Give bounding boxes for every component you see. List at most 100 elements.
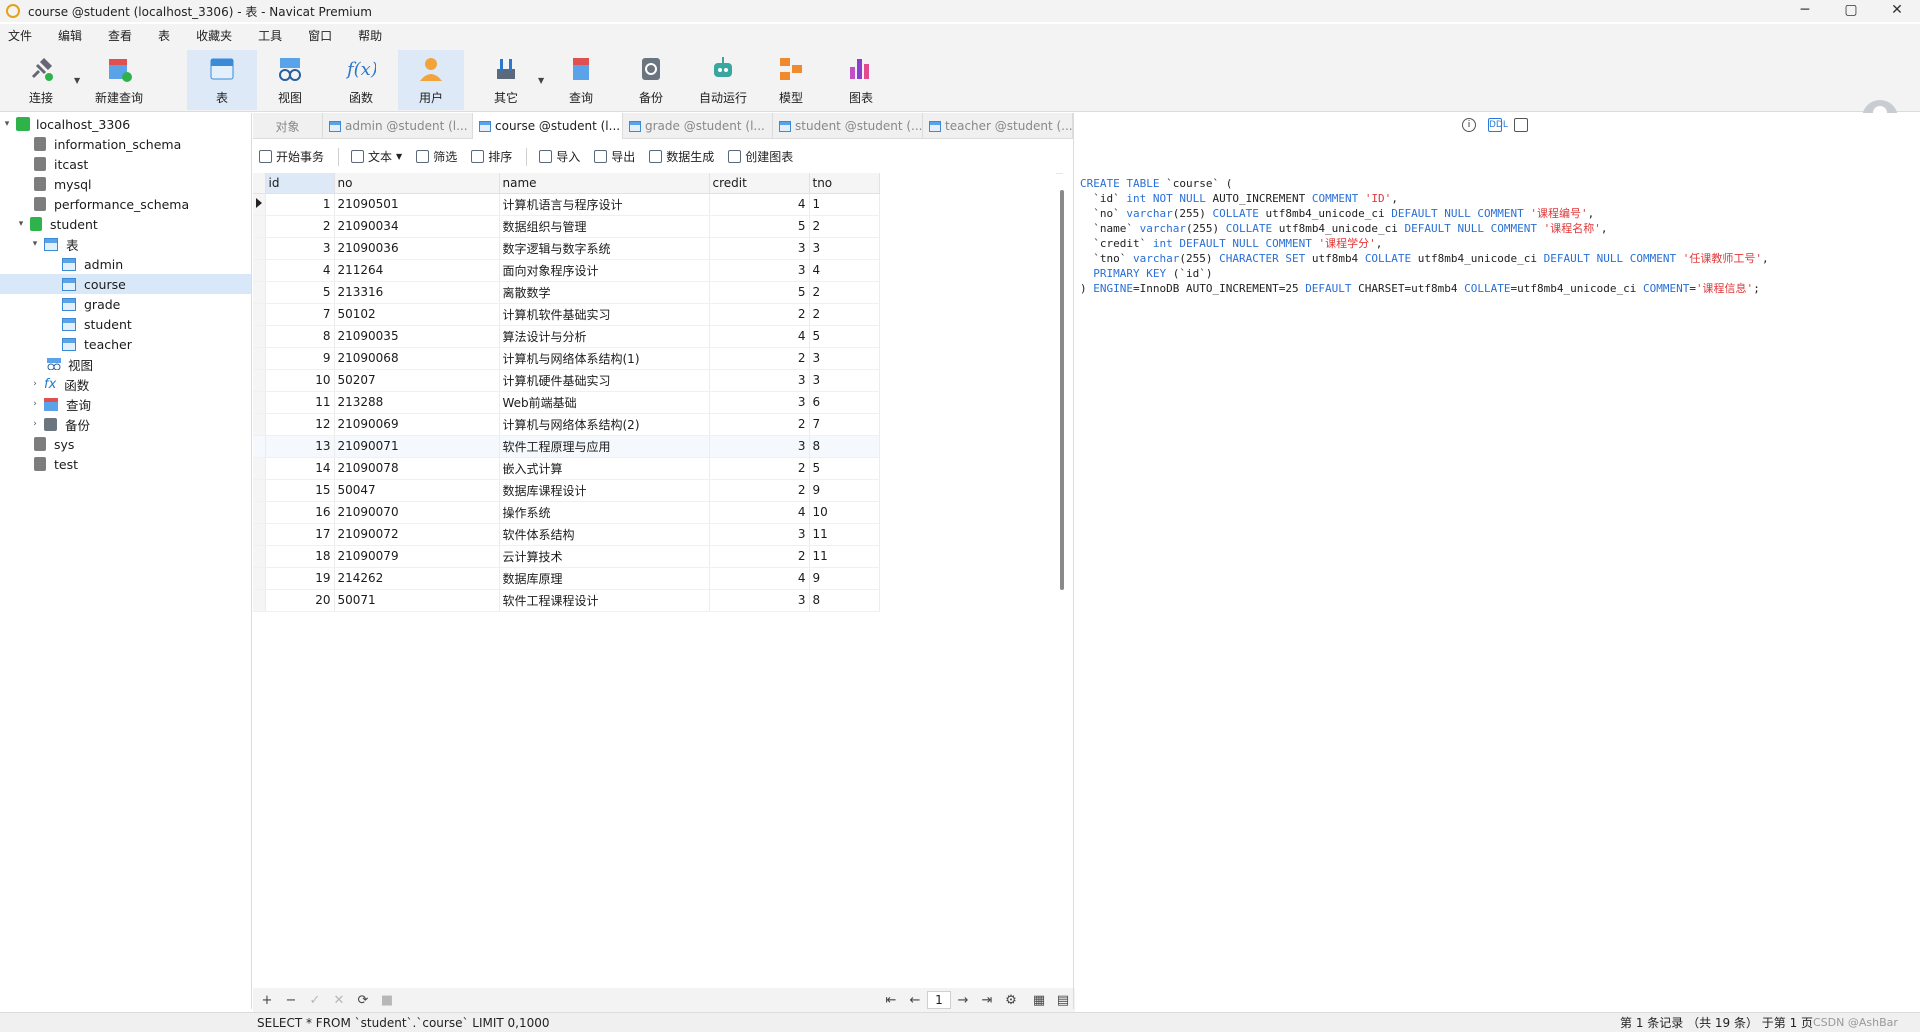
tree-db-test[interactable]: test	[34, 454, 78, 474]
cell-no[interactable]: 21090078	[334, 457, 500, 480]
new-query-button[interactable]: 新建查询	[84, 50, 154, 110]
cell-no[interactable]: 21090079	[334, 545, 500, 568]
row-marker[interactable]	[253, 369, 266, 392]
row-marker[interactable]	[253, 523, 266, 546]
info-icon[interactable]: i	[1462, 118, 1476, 132]
menu-tools[interactable]: 工具	[258, 27, 282, 44]
table-row[interactable]: 20 50071 软件工程课程设计 3 8	[253, 589, 880, 612]
cell-no[interactable]: 50207	[334, 369, 500, 392]
settings-button[interactable]: ⚙	[999, 993, 1023, 1008]
cell-name[interactable]: 云计算技术	[499, 545, 710, 568]
cell-name[interactable]: 计算机语言与程序设计	[499, 193, 710, 216]
row-marker[interactable]	[253, 325, 266, 348]
tree-group-tables[interactable]: ▾ 表	[30, 234, 79, 254]
cell-no[interactable]: 213288	[334, 391, 500, 414]
tree-table-grade[interactable]: grade	[62, 294, 120, 314]
grid-view-icon[interactable]: ▦	[1027, 993, 1051, 1008]
cell-credit[interactable]: 2	[709, 347, 810, 370]
cell-tno[interactable]: 2	[809, 215, 880, 238]
cell-credit[interactable]: 4	[709, 501, 810, 524]
cell-id[interactable]: 18	[265, 545, 335, 568]
table-row[interactable]: 1 21090501 计算机语言与程序设计 4 1	[253, 193, 880, 216]
cell-name[interactable]: Web前端基础	[499, 391, 710, 414]
table-row[interactable]: 16 21090070 操作系统 4 10	[253, 501, 880, 524]
column-header-id[interactable]: id	[265, 173, 335, 194]
cell-name[interactable]: 面向对象程序设计	[499, 259, 710, 282]
cell-name[interactable]: 软件工程原理与应用	[499, 435, 710, 458]
table-button[interactable]: 表	[187, 50, 257, 110]
tab-teacher[interactable]: teacher @student (...	[923, 113, 1073, 139]
row-marker[interactable]	[253, 391, 266, 414]
cell-tno[interactable]: 2	[809, 303, 880, 326]
cell-tno[interactable]: 6	[809, 391, 880, 414]
row-marker[interactable]	[253, 413, 266, 436]
cell-tno[interactable]: 2	[809, 281, 880, 304]
cell-credit[interactable]: 4	[709, 325, 810, 348]
cell-no[interactable]: 50102	[334, 303, 500, 326]
cell-credit[interactable]: 3	[709, 259, 810, 282]
sort-button[interactable]: 排序	[471, 148, 512, 165]
menu-view[interactable]: 查看	[108, 27, 132, 44]
cell-no[interactable]: 50047	[334, 479, 500, 502]
row-marker[interactable]	[253, 215, 266, 238]
tree-group-queries[interactable]: › 查询	[30, 394, 91, 414]
cell-tno[interactable]: 10	[809, 501, 880, 524]
cell-tno[interactable]: 8	[809, 589, 880, 612]
menu-favorites[interactable]: 收藏夹	[196, 27, 232, 44]
chart-button[interactable]: 图表	[828, 50, 894, 110]
row-marker[interactable]	[253, 193, 266, 216]
cell-id[interactable]: 16	[265, 501, 335, 524]
cell-name[interactable]: 计算机与网络体系结构(2)	[499, 413, 710, 436]
cell-name[interactable]: 算法设计与分析	[499, 325, 710, 348]
cell-no[interactable]: 21090034	[334, 215, 500, 238]
row-marker[interactable]	[253, 457, 266, 480]
tree-table-course[interactable]: course	[0, 274, 251, 294]
cell-credit[interactable]: 2	[709, 479, 810, 502]
cell-no[interactable]: 21090071	[334, 435, 500, 458]
cell-tno[interactable]: 5	[809, 325, 880, 348]
table-row[interactable]: 13 21090071 软件工程原理与应用 3 8	[253, 435, 880, 458]
table-row[interactable]: 10 50207 计算机硬件基础实习 3 3	[253, 369, 880, 392]
cell-tno[interactable]: 3	[809, 237, 880, 260]
row-marker[interactable]	[253, 303, 266, 326]
cell-name[interactable]: 离散数学	[499, 281, 710, 304]
model-button[interactable]: 模型	[758, 50, 824, 110]
cell-tno[interactable]: 3	[809, 347, 880, 370]
cell-id[interactable]: 4	[265, 259, 335, 282]
menu-file[interactable]: 文件	[8, 27, 32, 44]
tab-student[interactable]: student @student (...	[773, 113, 923, 139]
tree-group-functions[interactable]: › fx 函数	[30, 374, 89, 394]
tree-db-mysql[interactable]: mysql	[34, 174, 92, 194]
menu-help[interactable]: 帮助	[358, 27, 382, 44]
cell-no[interactable]: 213316	[334, 281, 500, 304]
cell-id[interactable]: 10	[265, 369, 335, 392]
cell-tno[interactable]: 9	[809, 479, 880, 502]
collapse-arrow-icon[interactable]: ▾	[30, 239, 40, 249]
cell-no[interactable]: 21090501	[334, 193, 500, 216]
ddl-icon[interactable]: DDL	[1488, 118, 1508, 132]
cell-credit[interactable]: 2	[709, 457, 810, 480]
tree-db-student[interactable]: ▾ student	[16, 214, 98, 234]
cell-id[interactable]: 8	[265, 325, 335, 348]
cell-name[interactable]: 嵌入式计算	[499, 457, 710, 480]
cell-credit[interactable]: 5	[709, 281, 810, 304]
delete-record-button[interactable]: −	[279, 993, 303, 1008]
cell-name[interactable]: 计算机与网络体系结构(1)	[499, 347, 710, 370]
cell-no[interactable]: 50071	[334, 589, 500, 612]
collapse-arrow-icon[interactable]: ▾	[16, 219, 26, 229]
cell-no[interactable]: 21090035	[334, 325, 500, 348]
minimize-button[interactable]: ─	[1782, 0, 1828, 22]
cell-credit[interactable]: 3	[709, 589, 810, 612]
panel-divider[interactable]	[1073, 113, 1074, 1009]
cell-name[interactable]: 数据库原理	[499, 567, 710, 590]
export-button[interactable]: 导出	[594, 148, 635, 165]
row-marker[interactable]	[253, 435, 266, 458]
row-marker[interactable]	[253, 347, 266, 370]
table-row[interactable]: 18 21090079 云计算技术 2 11	[253, 545, 880, 568]
cell-tno[interactable]: 4	[809, 259, 880, 282]
tab-objects[interactable]: 对象	[253, 113, 323, 139]
column-header-name[interactable]: name	[499, 173, 710, 194]
cell-credit[interactable]: 5	[709, 215, 810, 238]
begin-transaction-button[interactable]: 开始事务	[259, 148, 324, 165]
row-marker[interactable]	[253, 479, 266, 502]
